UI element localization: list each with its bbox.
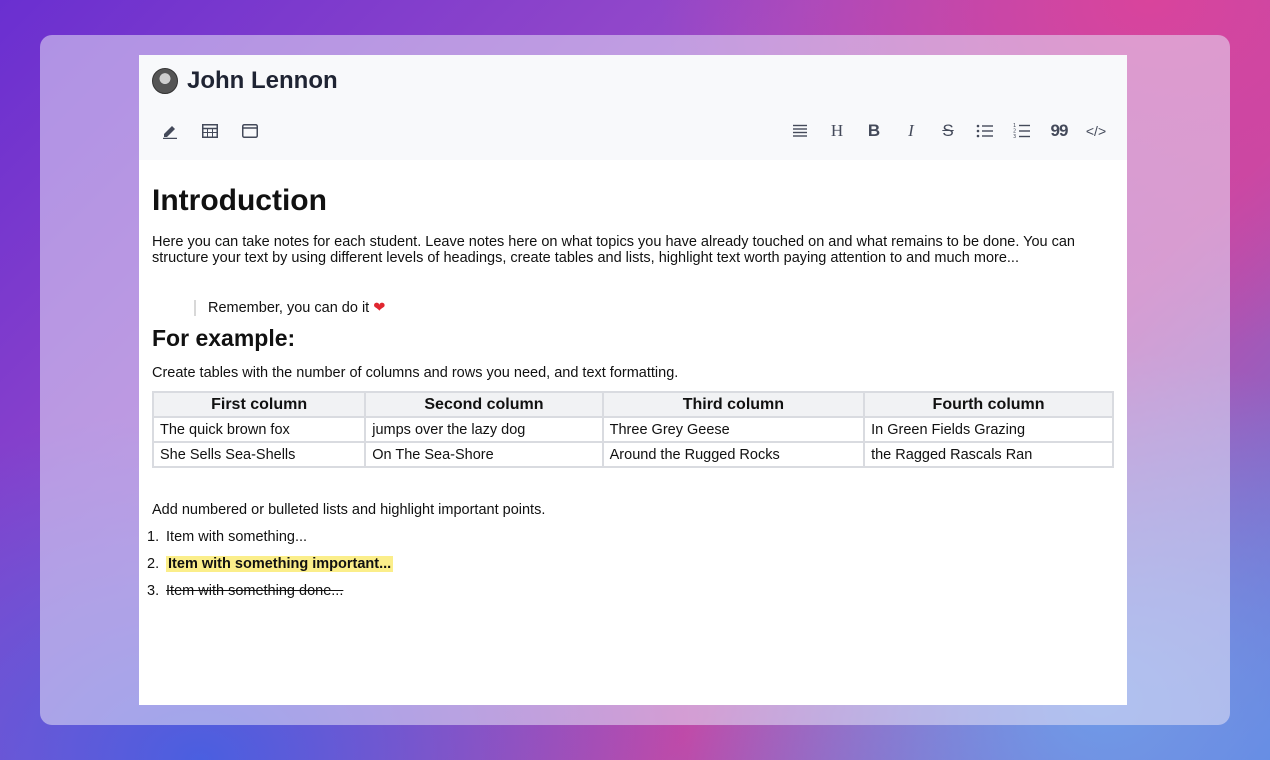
user-name: John Lennon bbox=[187, 67, 338, 94]
table-row: She Sells Sea-Shells On The Sea-Shore Ar… bbox=[151, 441, 1114, 468]
intro-paragraph: Here you can take notes for each student… bbox=[152, 234, 1075, 266]
table-header-cell: Second column bbox=[364, 391, 604, 418]
heart-icon: ❤ bbox=[373, 300, 386, 316]
table-header-row: First column Second column Third column … bbox=[151, 391, 1114, 418]
window-icon[interactable] bbox=[239, 121, 261, 141]
numbered-list: 1. Item with something... 2. Item with s… bbox=[147, 528, 1114, 609]
align-icon[interactable] bbox=[789, 121, 811, 141]
bold-icon[interactable]: B bbox=[863, 121, 885, 141]
table-cell: Three Grey Geese bbox=[601, 416, 866, 443]
numbered-list-icon[interactable]: 123 bbox=[1011, 121, 1033, 141]
list-item: 3. Item with something done... bbox=[147, 582, 1114, 609]
table-header-cell: Third column bbox=[601, 391, 866, 418]
italic-icon[interactable]: I bbox=[900, 121, 922, 141]
table-cell: The quick brown fox bbox=[151, 416, 367, 443]
avatar bbox=[152, 68, 178, 94]
heading-icon[interactable]: H bbox=[826, 121, 848, 141]
list-item: 2. Item with something important... bbox=[147, 555, 1114, 582]
list-item-text: Item with something... bbox=[166, 529, 308, 545]
quote-text: Remember, you can do it bbox=[208, 300, 370, 316]
toolbar-left bbox=[159, 121, 261, 141]
section-heading: For example: bbox=[152, 325, 296, 351]
editor-header: John Lennon H B I S 123 99 </> bbox=[139, 55, 1127, 160]
notes-editor: John Lennon H B I S 123 99 </> Introduct… bbox=[139, 55, 1127, 705]
table-cell: the Ragged Rascals Ran bbox=[863, 441, 1114, 468]
blockquote: Remember, you can do it ❤ bbox=[194, 300, 1114, 316]
strikethrough-icon[interactable]: S bbox=[937, 121, 959, 141]
format-toolbar: H B I S 123 99 </> bbox=[789, 121, 1107, 141]
table-cell: On The Sea-Shore bbox=[364, 441, 604, 468]
table-intro: Create tables with the number of columns… bbox=[152, 365, 679, 381]
table-header-cell: Fourth column bbox=[863, 391, 1114, 418]
code-icon[interactable]: </> bbox=[1085, 121, 1107, 141]
list-item-text: Item with something done... bbox=[166, 583, 344, 599]
list-number: 3. bbox=[147, 583, 160, 599]
bullet-list-icon[interactable] bbox=[974, 121, 996, 141]
list-intro: Add numbered or bulleted lists and highl… bbox=[152, 502, 546, 518]
user-header: John Lennon bbox=[152, 67, 338, 95]
table-cell: Around the Rugged Rocks bbox=[601, 441, 866, 468]
quote-icon[interactable]: 99 bbox=[1048, 121, 1070, 141]
editor-content[interactable]: Introduction Here you can take notes for… bbox=[139, 160, 1127, 609]
list-item: 1. Item with something... bbox=[147, 528, 1114, 555]
highlighter-icon[interactable] bbox=[159, 121, 181, 141]
page-title: Introduction bbox=[152, 184, 327, 217]
table-icon[interactable] bbox=[199, 121, 221, 141]
example-table: First column Second column Third column … bbox=[151, 391, 1114, 468]
list-item-text: Item with something important... bbox=[166, 556, 394, 572]
svg-text:3: 3 bbox=[1013, 134, 1016, 139]
list-number: 1. bbox=[147, 529, 160, 545]
table-cell: She Sells Sea-Shells bbox=[151, 441, 367, 468]
table-cell: In Green Fields Grazing bbox=[863, 416, 1114, 443]
table-row: The quick brown fox jumps over the lazy … bbox=[151, 416, 1114, 443]
table-header-cell: First column bbox=[151, 391, 367, 418]
table-cell: jumps over the lazy dog bbox=[364, 416, 604, 443]
list-number: 2. bbox=[147, 556, 160, 572]
